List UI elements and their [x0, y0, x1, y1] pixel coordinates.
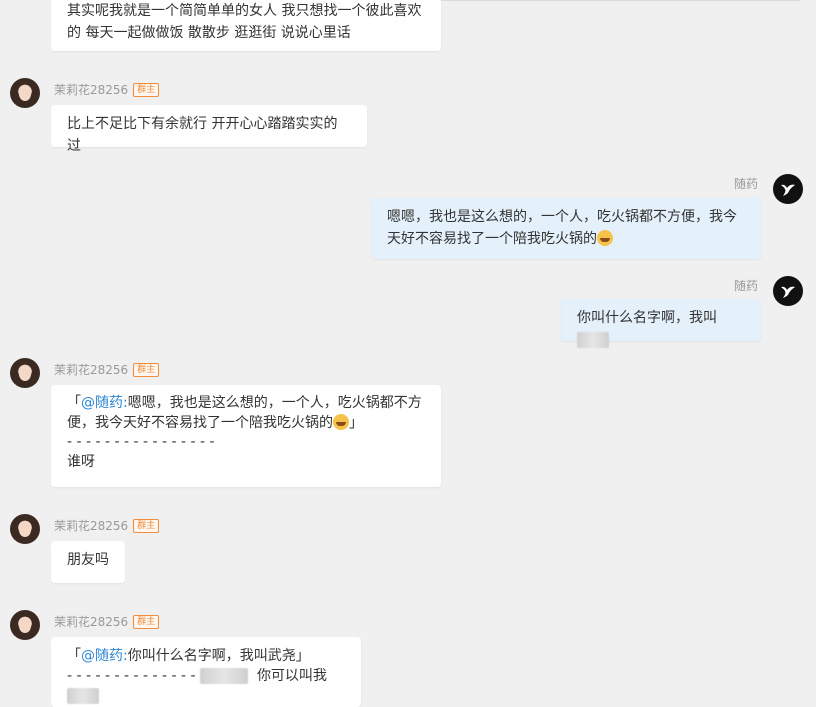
message-bubble: 嗯嗯，我也是这么想的，一个人，吃火锅都不方便，我今 天好不容易找了一个陪我吃火锅… [371, 198, 761, 259]
message-bubble: 你叫什么名字啊，我叫 [561, 299, 761, 348]
redacted-text [67, 688, 99, 704]
sender-name[interactable]: 随药 [734, 277, 758, 294]
message-text: 比上不足比下有余就行 开开心心踏踏实实的过 [67, 116, 338, 154]
owner-badge: 群主 [133, 614, 160, 629]
quote-separator: - - - - - - - - - - - - - - - - [67, 434, 215, 450]
quote-open: 「 [67, 395, 81, 411]
owner-badge: 群主 [133, 82, 160, 97]
mention-link[interactable]: @随药: [81, 395, 128, 411]
message-text-line: 其实呢我就是一个简简单单的女人 我只想找一个彼此喜欢 [67, 3, 422, 19]
message-bubble: 比上不足比下有余就行 开开心心踏踏实实的过 [51, 105, 367, 154]
reply-text: 你可以叫我 [256, 668, 327, 684]
owner-badge: 群主 [133, 518, 160, 533]
laughing-emoji-icon [333, 413, 349, 430]
quote-open: 「 [67, 648, 81, 664]
sender-name[interactable]: 茉莉花28256 [54, 361, 128, 378]
sender-name[interactable]: 茉莉花28256 [54, 81, 128, 98]
reply-text: 谁呀 [67, 453, 95, 470]
mention-link[interactable]: @随药: [81, 648, 128, 664]
message-text-line: 的 每天一起做做饭 散散步 逛逛街 说说心里话 [67, 25, 351, 41]
bird-logo-icon[interactable] [773, 276, 803, 306]
message-text-line: 天好不容易找了一个陪我吃火锅的 [387, 231, 597, 247]
sender-avatar[interactable] [10, 610, 40, 640]
message-text: 朋友吗 [67, 552, 109, 568]
quote-close: 」 [349, 414, 363, 431]
quote-line: 「@随药:嗯嗯，我也是这么想的，一个人，吃火锅都不方 [67, 394, 425, 414]
sender-name-row: 茉莉花28256 群主 [54, 517, 160, 534]
sender-name-row: 茉莉花28256 群主 [54, 81, 160, 98]
owner-badge: 群主 [133, 362, 160, 377]
sender-avatar[interactable] [10, 78, 40, 108]
sender-avatar[interactable] [10, 358, 40, 388]
message-bubble: 「@随药:你叫什么名字啊，我叫武尧」 - - - - - - - - - - -… [51, 637, 361, 707]
quote-separator: - - - - - - - - - - - - - - [67, 668, 196, 684]
redacted-text [577, 332, 609, 348]
quote-text: 你叫什么名字啊，我叫武尧 [127, 648, 296, 664]
quote-close: 」 [295, 648, 310, 664]
sender-name-row: 茉莉花28256 群主 [54, 613, 160, 630]
sender-name-row: 茉莉花28256 群主 [54, 361, 160, 378]
message-text: 你叫什么名字啊，我叫 [577, 310, 717, 326]
quote-text: 嗯嗯，我也是这么想的，一个人，吃火锅都不方 [127, 395, 422, 411]
sender-avatar[interactable] [10, 514, 40, 544]
laughing-emoji-icon [597, 230, 613, 246]
bird-logo-icon[interactable] [773, 174, 803, 204]
message-bubble: 其实呢我就是一个简简单单的女人 我只想找一个彼此喜欢 的 每天一起做做饭 散散步… [51, 0, 441, 51]
redacted-text [200, 668, 249, 684]
sender-name[interactable]: 茉莉花28256 [54, 517, 128, 534]
quote-line: 「@随药:你叫什么名字啊，我叫武尧」 [67, 646, 345, 666]
message-text-line: 嗯嗯，我也是这么想的，一个人，吃火锅都不方便，我今 [387, 209, 737, 225]
quote-text: 便，我今天好不容易找了一个陪我吃火锅的 [67, 414, 333, 431]
message-bubble: 「@随药:嗯嗯，我也是这么想的，一个人，吃火锅都不方 便，我今天好不容易找了一个… [51, 385, 441, 487]
sender-name[interactable]: 随药 [734, 175, 758, 192]
message-bubble: 朋友吗 [51, 541, 125, 583]
sender-name[interactable]: 茉莉花28256 [54, 613, 128, 630]
